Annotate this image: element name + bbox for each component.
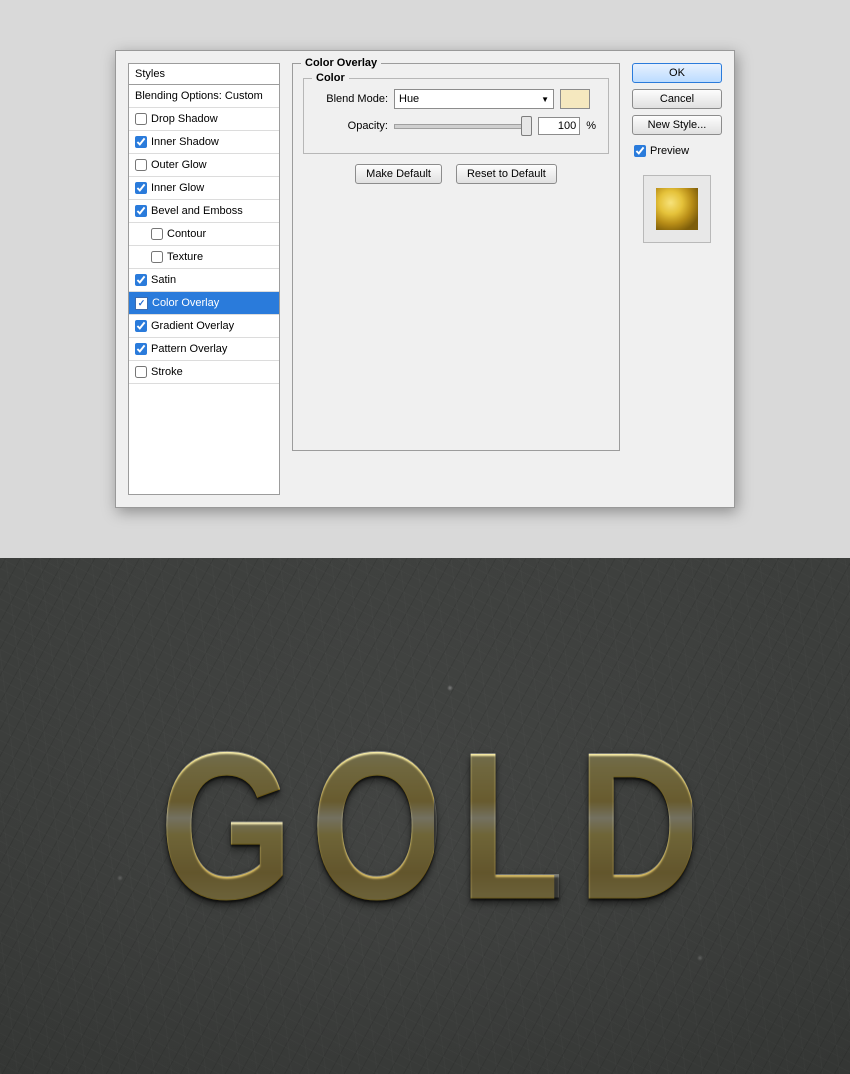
- slider-thumb[interactable]: [521, 116, 532, 136]
- style-label-outer-glow: Outer Glow: [151, 159, 207, 171]
- style-label-stroke: Stroke: [151, 366, 183, 378]
- preview-thumbnail: [643, 175, 711, 243]
- style-row-satin[interactable]: Satin: [129, 269, 279, 292]
- style-label-satin: Satin: [151, 274, 176, 286]
- style-label-drop-shadow: Drop Shadow: [151, 113, 218, 125]
- style-row-color-overlay[interactable]: Color Overlay: [129, 292, 279, 315]
- blend-mode-label: Blend Mode:: [316, 93, 388, 105]
- blend-mode-select[interactable]: Hue ▼: [394, 89, 554, 109]
- style-label-contour: Contour: [167, 228, 206, 240]
- style-row-pattern-overlay[interactable]: Pattern Overlay: [129, 338, 279, 361]
- opacity-value-input[interactable]: [538, 117, 580, 135]
- thumbnail-swatch: [656, 188, 698, 230]
- styles-panel: Styles Blending Options: Custom Drop Sha…: [128, 63, 280, 495]
- style-label-color-overlay: Color Overlay: [152, 297, 219, 309]
- style-checkbox-contour[interactable]: [151, 228, 163, 240]
- blending-options-label: Blending Options: Custom: [135, 90, 263, 102]
- dialog-actions: OK Cancel New Style... Preview: [632, 63, 722, 495]
- blend-mode-value: Hue: [399, 93, 419, 105]
- style-checkbox-outer-glow[interactable]: [135, 159, 147, 171]
- style-checkbox-drop-shadow[interactable]: [135, 113, 147, 125]
- artwork-canvas: GOLD: [0, 558, 850, 1074]
- style-label-gradient-overlay: Gradient Overlay: [151, 320, 234, 332]
- cancel-button[interactable]: Cancel: [632, 89, 722, 109]
- style-checkbox-inner-glow[interactable]: [135, 182, 147, 194]
- style-label-texture: Texture: [167, 251, 203, 263]
- gold-letter: O: [311, 722, 435, 932]
- style-checkbox-gradient-overlay[interactable]: [135, 320, 147, 332]
- style-checkbox-color-overlay[interactable]: [135, 297, 148, 310]
- opacity-unit: %: [586, 120, 596, 132]
- chevron-down-icon: ▼: [541, 95, 549, 104]
- style-checkbox-stroke[interactable]: [135, 366, 147, 378]
- style-row-contour[interactable]: Contour: [129, 223, 279, 246]
- blending-options-row[interactable]: Blending Options: Custom: [129, 85, 279, 108]
- styles-header: Styles: [129, 64, 279, 85]
- style-checkbox-texture[interactable]: [151, 251, 163, 263]
- new-style-button[interactable]: New Style...: [632, 115, 722, 135]
- style-row-inner-shadow[interactable]: Inner Shadow: [129, 131, 279, 154]
- gold-letter: L: [459, 722, 554, 932]
- style-checkbox-bevel-emboss[interactable]: [135, 205, 147, 217]
- color-group: Color Blend Mode: Hue ▼ Opacity:: [303, 78, 609, 154]
- gold-text: GOLD: [146, 722, 705, 932]
- ok-button[interactable]: OK: [632, 63, 722, 83]
- style-row-bevel-emboss[interactable]: Bevel and Emboss: [129, 200, 279, 223]
- style-row-texture[interactable]: Texture: [129, 246, 279, 269]
- color-overlay-fieldset: Color Overlay Color Blend Mode: Hue ▼: [292, 63, 620, 451]
- preview-label: Preview: [650, 145, 689, 157]
- style-label-inner-glow: Inner Glow: [151, 182, 204, 194]
- style-row-stroke[interactable]: Stroke: [129, 361, 279, 384]
- reset-default-button[interactable]: Reset to Default: [456, 164, 557, 184]
- style-row-drop-shadow[interactable]: Drop Shadow: [129, 108, 279, 131]
- style-checkbox-inner-shadow[interactable]: [135, 136, 147, 148]
- color-swatch[interactable]: [560, 89, 590, 109]
- style-label-inner-shadow: Inner Shadow: [151, 136, 219, 148]
- style-label-pattern-overlay: Pattern Overlay: [151, 343, 227, 355]
- style-label-bevel-emboss: Bevel and Emboss: [151, 205, 243, 217]
- make-default-button[interactable]: Make Default: [355, 164, 442, 184]
- settings-panel: Color Overlay Color Blend Mode: Hue ▼: [292, 63, 620, 495]
- style-checkbox-satin[interactable]: [135, 274, 147, 286]
- style-row-outer-glow[interactable]: Outer Glow: [129, 154, 279, 177]
- style-row-gradient-overlay[interactable]: Gradient Overlay: [129, 315, 279, 338]
- gold-letter: G: [159, 722, 283, 932]
- style-row-inner-glow[interactable]: Inner Glow: [129, 177, 279, 200]
- panel-title: Color Overlay: [301, 57, 381, 69]
- gold-letter: D: [577, 722, 692, 932]
- preview-checkbox[interactable]: [634, 145, 646, 157]
- color-group-title: Color: [312, 72, 349, 84]
- style-checkbox-pattern-overlay[interactable]: [135, 343, 147, 355]
- opacity-label: Opacity:: [316, 120, 388, 132]
- layer-style-dialog: Styles Blending Options: Custom Drop Sha…: [115, 50, 735, 508]
- opacity-slider[interactable]: [394, 124, 532, 129]
- preview-toggle[interactable]: Preview: [632, 143, 722, 159]
